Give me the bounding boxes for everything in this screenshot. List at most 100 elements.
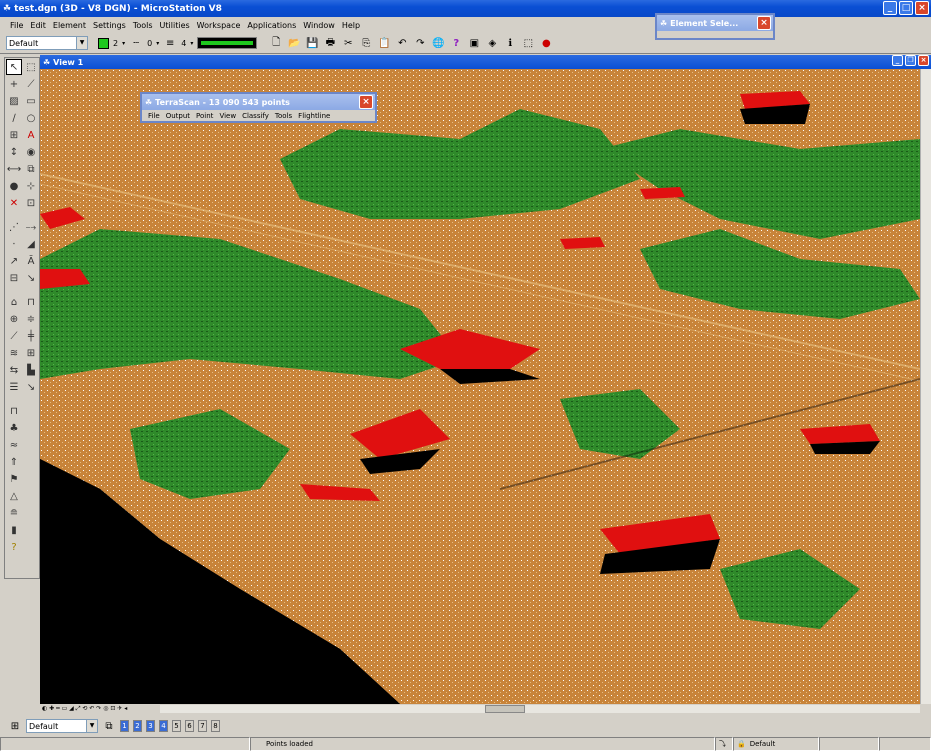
ts-menu-classify[interactable]: Classify	[242, 112, 269, 120]
new-file-icon[interactable]: 🗋	[269, 36, 283, 50]
view-restore-button[interactable]: ❐	[905, 55, 916, 66]
tree-icon[interactable]: ♣	[6, 420, 22, 436]
element-selection-window[interactable]: ☘ Element Sele... ×	[655, 13, 775, 40]
view-controls-icon[interactable]: ◐ ✚ ━ ▭ ◢ ⤢ ⟲ ↶ ↷ ◎ ⊡ ✈ ◂	[42, 705, 127, 713]
level-up-icon[interactable]: ⇑	[6, 454, 22, 470]
line-style-icon[interactable]: ┄	[129, 36, 143, 50]
paste-icon[interactable]: 📋	[377, 36, 391, 50]
place-point-icon[interactable]: +	[6, 76, 22, 92]
view-button-8[interactable]: 8	[211, 720, 220, 732]
chevron-down-icon[interactable]: ▾	[122, 40, 125, 47]
color-swatch[interactable]	[98, 37, 109, 49]
view-minimize-button[interactable]: _	[892, 55, 903, 66]
smartline-icon[interactable]: ⟋	[23, 76, 39, 92]
help-icon[interactable]: ?	[449, 36, 463, 50]
view-button-2[interactable]: 2	[133, 720, 142, 732]
menu-workspace[interactable]: Workspace	[197, 21, 241, 30]
wire-icon[interactable]: ≑	[23, 311, 39, 327]
terrascan-window[interactable]: ☘ TerraScan - 13 090 543 points × File O…	[140, 92, 377, 123]
chevron-down-icon[interactable]: ▼	[76, 37, 87, 49]
maximize-button[interactable]: □	[899, 1, 913, 15]
ts-menu-tools[interactable]: Tools	[275, 112, 292, 120]
chevron-down-icon[interactable]: ▾	[190, 40, 193, 47]
dot-icon[interactable]: ⋅	[6, 236, 22, 252]
copy-icon[interactable]: ⎘	[359, 36, 373, 50]
fence-icon[interactable]: ⬚	[521, 36, 535, 50]
layers-icon[interactable]: ◈	[485, 36, 499, 50]
grid-icon[interactable]: ⊞	[23, 345, 39, 361]
line-weight-icon[interactable]: ≡	[163, 36, 177, 50]
close-button[interactable]: ×	[915, 1, 929, 15]
redo-icon[interactable]: ↷	[413, 36, 427, 50]
group-icon[interactable]: ●	[6, 178, 22, 194]
copy-element-icon[interactable]: ⧉	[23, 161, 39, 177]
array-icon[interactable]: ⊡	[23, 195, 39, 211]
tower-icon[interactable]: ⊓	[23, 294, 39, 310]
arrow-tool-icon[interactable]: ↗	[6, 253, 22, 269]
ts-menu-output[interactable]: Output	[166, 112, 190, 120]
dash-line-icon[interactable]: ⤍	[23, 219, 39, 235]
scroll-thumb[interactable]	[485, 705, 525, 713]
text-icon[interactable]: A	[23, 127, 39, 143]
ts-menu-flightline[interactable]: Flightline	[298, 112, 330, 120]
view-button-4[interactable]: 4	[159, 720, 168, 732]
view-button-1[interactable]: 1	[120, 720, 129, 732]
undo-icon[interactable]: ↶	[395, 36, 409, 50]
measure-icon[interactable]: ◉	[23, 144, 39, 160]
menu-window[interactable]: Window	[303, 21, 335, 30]
menu-tools[interactable]: Tools	[133, 21, 153, 30]
menu-applications[interactable]: Applications	[247, 21, 296, 30]
signal-icon[interactable]: ≘	[6, 505, 22, 521]
surface-icon[interactable]: ◢	[23, 236, 39, 252]
save-icon[interactable]: 💾	[305, 36, 319, 50]
close-button[interactable]: ×	[359, 95, 373, 109]
layer-tool-icon[interactable]: ☰	[6, 379, 22, 395]
chevron-down-icon[interactable]: ▼	[86, 720, 97, 732]
pointer-tool-icon[interactable]: ↘	[23, 379, 39, 395]
globe-icon[interactable]: 🌐	[431, 36, 445, 50]
flag-icon[interactable]: ⚑	[6, 471, 22, 487]
menu-file[interactable]: File	[10, 21, 23, 30]
cut-icon[interactable]: ✂	[341, 36, 355, 50]
contour-icon[interactable]: ≋	[6, 345, 22, 361]
menu-element[interactable]: Element	[53, 21, 86, 30]
view-groups-icon[interactable]: ⧉	[102, 719, 116, 733]
slope-icon[interactable]: ↘	[23, 270, 39, 286]
print-icon[interactable]: 🖶	[323, 36, 337, 50]
shift-icon[interactable]: ⇆	[6, 362, 22, 378]
road-icon[interactable]: ⊓	[6, 403, 22, 419]
a-tool-icon[interactable]: Ā	[23, 253, 39, 269]
vertical-scrollbar[interactable]	[920, 69, 931, 704]
point-cloud-view[interactable]	[40, 69, 920, 704]
menu-edit[interactable]: Edit	[30, 21, 46, 30]
crosshair-icon[interactable]: ⊕	[6, 311, 22, 327]
delete-icon[interactable]: ✕	[6, 195, 22, 211]
info-icon[interactable]: ℹ	[503, 36, 517, 50]
weight-preview[interactable]	[197, 37, 258, 49]
wave-icon[interactable]: ≈	[6, 437, 22, 453]
line-tool-icon[interactable]: ∕	[6, 110, 22, 126]
view-button-6[interactable]: 6	[185, 720, 194, 732]
level-manager-icon[interactable]: ⊞	[8, 719, 22, 733]
cell-icon[interactable]: ⊞	[6, 127, 22, 143]
help-tool-icon[interactable]: ?	[6, 539, 22, 555]
modify-icon[interactable]: ⟷	[6, 161, 22, 177]
view-button-7[interactable]: 7	[198, 720, 207, 732]
view-button-3[interactable]: 3	[146, 720, 155, 732]
rectangle-icon[interactable]: ▭	[23, 93, 39, 109]
frame-icon[interactable]: ⊟	[6, 270, 22, 286]
box-icon[interactable]: ▮	[6, 522, 22, 538]
block-icon[interactable]: ▨	[6, 93, 22, 109]
level-combo[interactable]: Default ▼	[6, 36, 88, 50]
ts-menu-point[interactable]: Point	[196, 112, 213, 120]
move-icon[interactable]: ⊹	[23, 178, 39, 194]
menu-help[interactable]: Help	[342, 21, 360, 30]
record-icon[interactable]: ●	[539, 36, 553, 50]
minimize-button[interactable]: _	[883, 1, 897, 15]
references-icon[interactable]: ▣	[467, 36, 481, 50]
triangle-icon[interactable]: △	[6, 488, 22, 504]
diagonal-icon[interactable]: ⟋	[6, 328, 22, 344]
chevron-down-icon[interactable]: ▾	[156, 40, 159, 47]
lock-icon[interactable]: 🔒	[737, 740, 746, 748]
ts-menu-file[interactable]: File	[148, 112, 160, 120]
